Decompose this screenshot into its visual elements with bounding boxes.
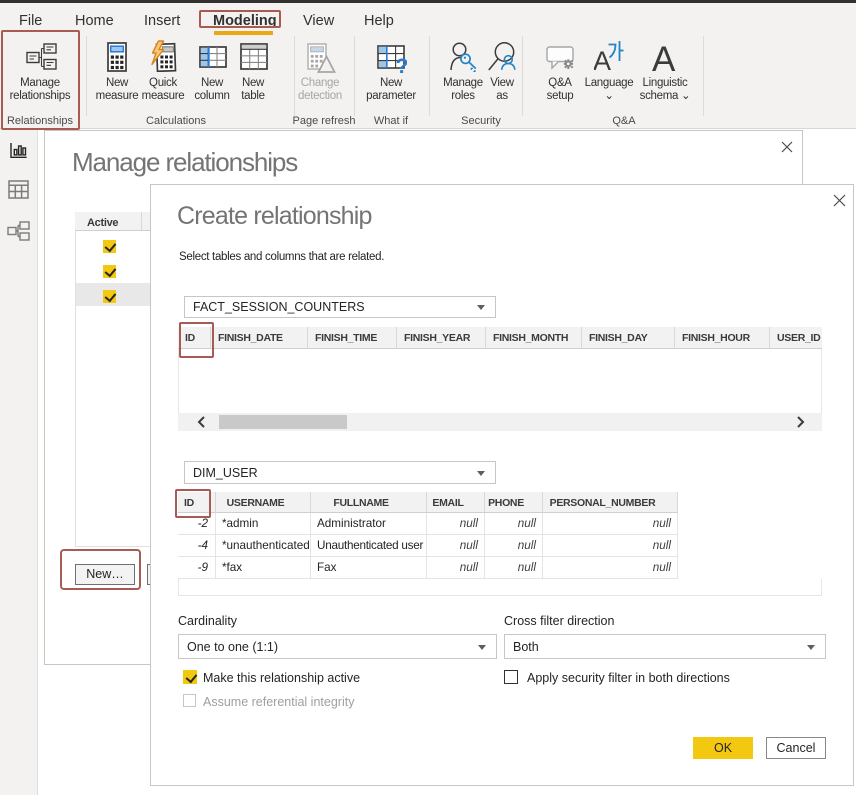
- svg-text:?: ?: [396, 54, 408, 73]
- svg-text:A: A: [594, 46, 611, 73]
- svg-text:A: A: [652, 41, 676, 73]
